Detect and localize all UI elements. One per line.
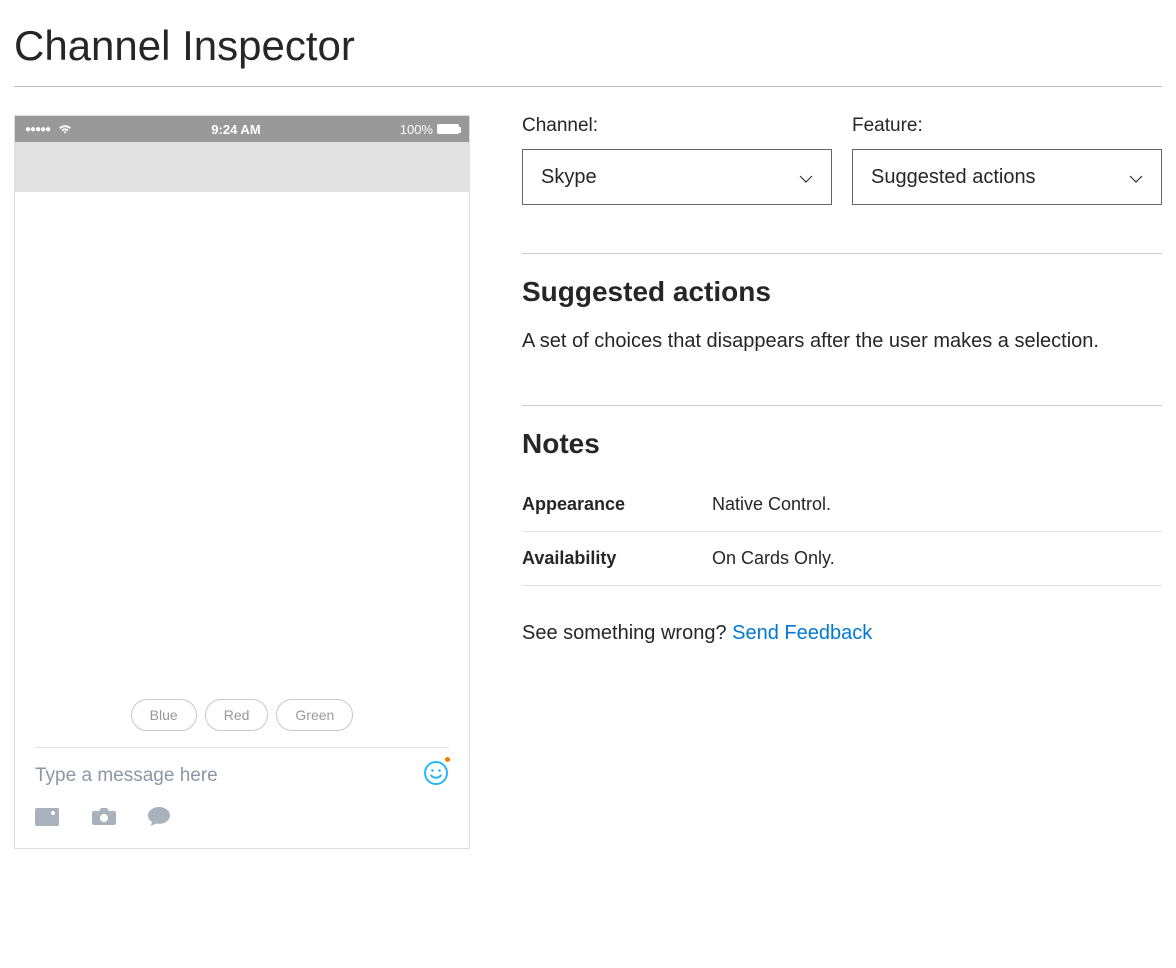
channel-dropdown[interactable]: Skype: [522, 149, 832, 205]
chat-area: Blue Red Green: [15, 192, 469, 747]
composer-toolbar: [15, 797, 469, 848]
suggested-action-chip[interactable]: Red: [205, 699, 269, 731]
note-value: Native Control.: [712, 494, 831, 515]
suggested-action-chip[interactable]: Green: [276, 699, 353, 731]
suggested-actions-row: Blue Red Green: [15, 699, 469, 731]
notes-table: Appearance Native Control. Availability …: [522, 478, 1162, 586]
phone-status-bar: ●●●●● 9:24 AM 100%: [15, 116, 469, 142]
channel-dropdown-group: Channel: Skype: [522, 115, 832, 205]
note-value: On Cards Only.: [712, 548, 835, 569]
status-left: ●●●●●: [25, 122, 72, 137]
channel-label: Channel:: [522, 115, 832, 137]
message-input[interactable]: [35, 765, 423, 787]
feature-selected-value: Suggested actions: [871, 166, 1036, 189]
gallery-icon[interactable]: [35, 805, 61, 832]
note-label: Appearance: [522, 494, 712, 515]
feature-heading: Suggested actions: [522, 276, 1162, 308]
camera-icon[interactable]: [91, 805, 117, 832]
details-pane: Channel: Skype Feature: Suggested action…: [522, 115, 1162, 645]
notes-heading: Notes: [522, 428, 1162, 460]
note-row: Appearance Native Control.: [522, 478, 1162, 532]
signal-dots-icon: ●●●●●: [25, 124, 50, 135]
phone-nav-header: [15, 142, 469, 192]
phone-preview: ●●●●● 9:24 AM 100% Blue Red Green: [14, 115, 470, 849]
composer: [15, 748, 469, 797]
chat-bubble-icon[interactable]: [147, 805, 171, 832]
suggested-action-chip[interactable]: Blue: [131, 699, 197, 731]
note-label: Availability: [522, 548, 712, 569]
status-right: 100%: [400, 122, 459, 137]
battery-percent: 100%: [400, 122, 433, 137]
status-time: 9:24 AM: [211, 122, 260, 137]
feedback-prompt: See something wrong?: [522, 622, 732, 644]
feature-dropdown[interactable]: Suggested actions: [852, 149, 1162, 205]
feedback-line: See something wrong? Send Feedback: [522, 622, 1162, 645]
dropdown-row: Channel: Skype Feature: Suggested action…: [522, 115, 1162, 205]
note-row: Availability On Cards Only.: [522, 532, 1162, 586]
section-divider: [522, 405, 1162, 406]
feature-label: Feature:: [852, 115, 1162, 137]
title-divider: [14, 86, 1162, 87]
feature-description: A set of choices that disappears after t…: [522, 326, 1162, 357]
chevron-down-icon: [799, 166, 813, 189]
wifi-icon: [58, 122, 72, 137]
feature-dropdown-group: Feature: Suggested actions: [852, 115, 1162, 205]
emoji-picker-icon[interactable]: [423, 760, 449, 791]
send-feedback-link[interactable]: Send Feedback: [732, 622, 872, 644]
channel-selected-value: Skype: [541, 166, 597, 189]
page-title: Channel Inspector: [14, 22, 1162, 70]
section-divider: [522, 253, 1162, 254]
chevron-down-icon: [1129, 166, 1143, 189]
emoji-notification-dot: [445, 757, 450, 762]
battery-icon: [437, 124, 459, 134]
